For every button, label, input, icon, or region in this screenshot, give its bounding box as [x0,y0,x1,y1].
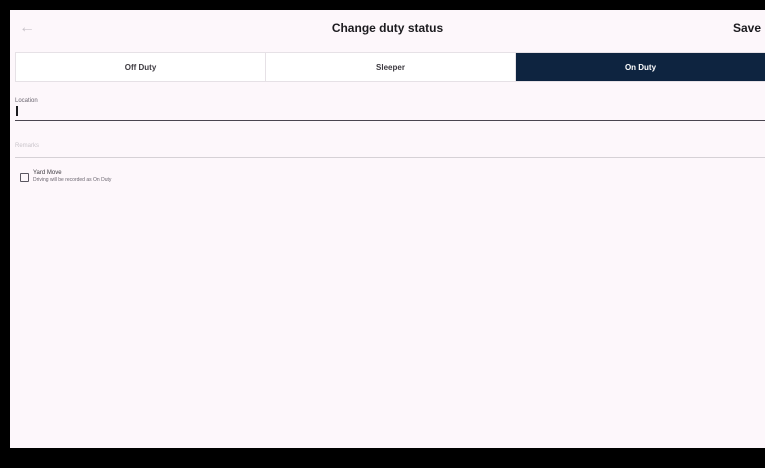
change-duty-status-screen: ← Change duty status Save Off Duty Sleep… [10,10,765,448]
duty-status-selector: Off Duty Sleeper On Duty [15,52,765,82]
yard-move-option[interactable]: Yard Move Driving will be recorded as On… [20,170,111,184]
segment-on-duty[interactable]: On Duty [516,53,765,81]
remarks-placeholder: Remarks [15,143,40,149]
location-input[interactable] [15,106,765,121]
segment-sleeper[interactable]: Sleeper [266,53,516,81]
page-title: Change duty status [331,21,444,35]
app-bar: ← Change duty status Save [10,10,765,46]
location-label: Location [15,98,38,104]
remarks-input[interactable]: Remarks [15,137,765,158]
segment-off-duty[interactable]: Off Duty [16,53,266,81]
yard-move-label: Yard Move [33,170,62,176]
save-button[interactable]: Save [733,21,761,35]
yard-move-text: Yard Move Driving will be recorded as On… [33,170,111,184]
yard-move-description: Driving will be recorded as On Duty [33,177,112,183]
yard-move-checkbox[interactable] [20,173,29,182]
text-cursor [16,106,18,116]
